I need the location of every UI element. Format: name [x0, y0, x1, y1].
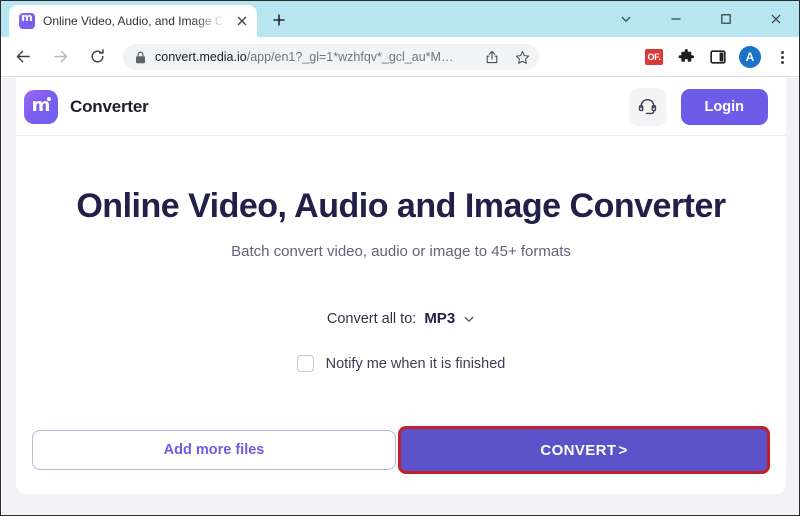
headset-icon[interactable] — [628, 87, 667, 126]
avatar-initial: A — [739, 46, 761, 68]
toolbar-right-actions: OF. A — [639, 42, 797, 72]
page-content: m Converter Login Online Video, Audio an… — [16, 78, 786, 494]
logo-dot — [47, 96, 51, 101]
address-bar[interactable]: convert.media.io/app/en1?_gl=1*wzhfqv*_g… — [123, 44, 539, 70]
convert-button-arrow: > — [618, 441, 628, 459]
format-select-value[interactable]: MP3 — [424, 310, 455, 327]
window-controls — [601, 1, 799, 37]
action-bar: Add more files CONVERT > — [16, 426, 786, 474]
page-title: Online Video, Audio and Image Converter — [76, 187, 726, 225]
convert-all-to-row: Convert all to: MP3 — [16, 310, 786, 327]
tab-close-icon[interactable] — [233, 12, 251, 30]
logo-letter: m — [31, 95, 51, 116]
convert-button-highlight: CONVERT > — [398, 426, 770, 474]
avatar[interactable]: A — [735, 42, 765, 72]
minimize-icon[interactable] — [651, 1, 701, 37]
new-tab-button[interactable] — [265, 6, 293, 34]
media-io-logo-icon: m — [24, 89, 58, 124]
lock-icon — [135, 50, 147, 64]
page-subtitle: Batch convert video, audio or image to 4… — [231, 243, 571, 261]
notify-row[interactable]: Notify me when it is finished — [16, 355, 786, 373]
tab-title: Online Video, Audio, and Image C — [43, 14, 224, 28]
notify-label: Notify me when it is finished — [325, 355, 506, 372]
extension-badge-label: OF. — [645, 49, 663, 65]
url-path: /app/en1?_gl=1*wzhfqv*_gcl_au*M… — [246, 50, 454, 64]
convert-button[interactable]: CONVERT > — [401, 429, 767, 471]
notify-checkbox[interactable] — [296, 355, 314, 373]
share-icon[interactable] — [481, 46, 503, 68]
browser-tab-active[interactable]: Online Video, Audio, and Image C — [9, 5, 257, 37]
forward-arrow-icon[interactable] — [45, 42, 75, 72]
address-bar-url: convert.media.io/app/en1?_gl=1*wzhfqv*_g… — [155, 50, 473, 64]
hero-section: Online Video, Audio and Image Converter … — [16, 136, 786, 260]
site-header: m Converter Login — [16, 78, 786, 136]
add-more-files-button[interactable]: Add more files — [32, 430, 396, 470]
brand[interactable]: m Converter — [24, 89, 149, 124]
chevron-down-icon[interactable] — [463, 313, 475, 325]
puzzle-piece-icon[interactable] — [671, 42, 701, 72]
star-icon[interactable] — [511, 46, 533, 68]
three-dot-menu-icon[interactable] — [767, 42, 797, 72]
page-viewport: m Converter Login Online Video, Audio an… — [2, 78, 799, 515]
url-domain: convert.media.io — [155, 50, 247, 64]
tab-favicon-icon — [19, 11, 35, 29]
site-header-actions: Login — [628, 87, 768, 126]
maximize-icon[interactable] — [701, 1, 751, 37]
convert-button-label: CONVERT — [540, 441, 617, 459]
browser-window: Online Video, Audio, and Image C — [0, 0, 800, 516]
login-button[interactable]: Login — [680, 88, 768, 125]
browser-toolbar: convert.media.io/app/en1?_gl=1*wzhfqv*_g… — [1, 37, 799, 77]
reload-icon[interactable] — [82, 42, 112, 72]
convert-all-to-label: Convert all to: — [326, 310, 417, 327]
window-close-icon[interactable] — [751, 1, 799, 37]
side-panel-icon[interactable] — [703, 42, 733, 72]
tab-search-chevron-down-icon[interactable] — [601, 1, 651, 37]
extension-badge-icon[interactable]: OF. — [639, 42, 669, 72]
back-arrow-icon[interactable] — [8, 42, 38, 72]
three-dot-glyph — [780, 50, 784, 64]
tab-strip: Online Video, Audio, and Image C — [1, 1, 799, 37]
brand-name: Converter — [70, 96, 149, 116]
